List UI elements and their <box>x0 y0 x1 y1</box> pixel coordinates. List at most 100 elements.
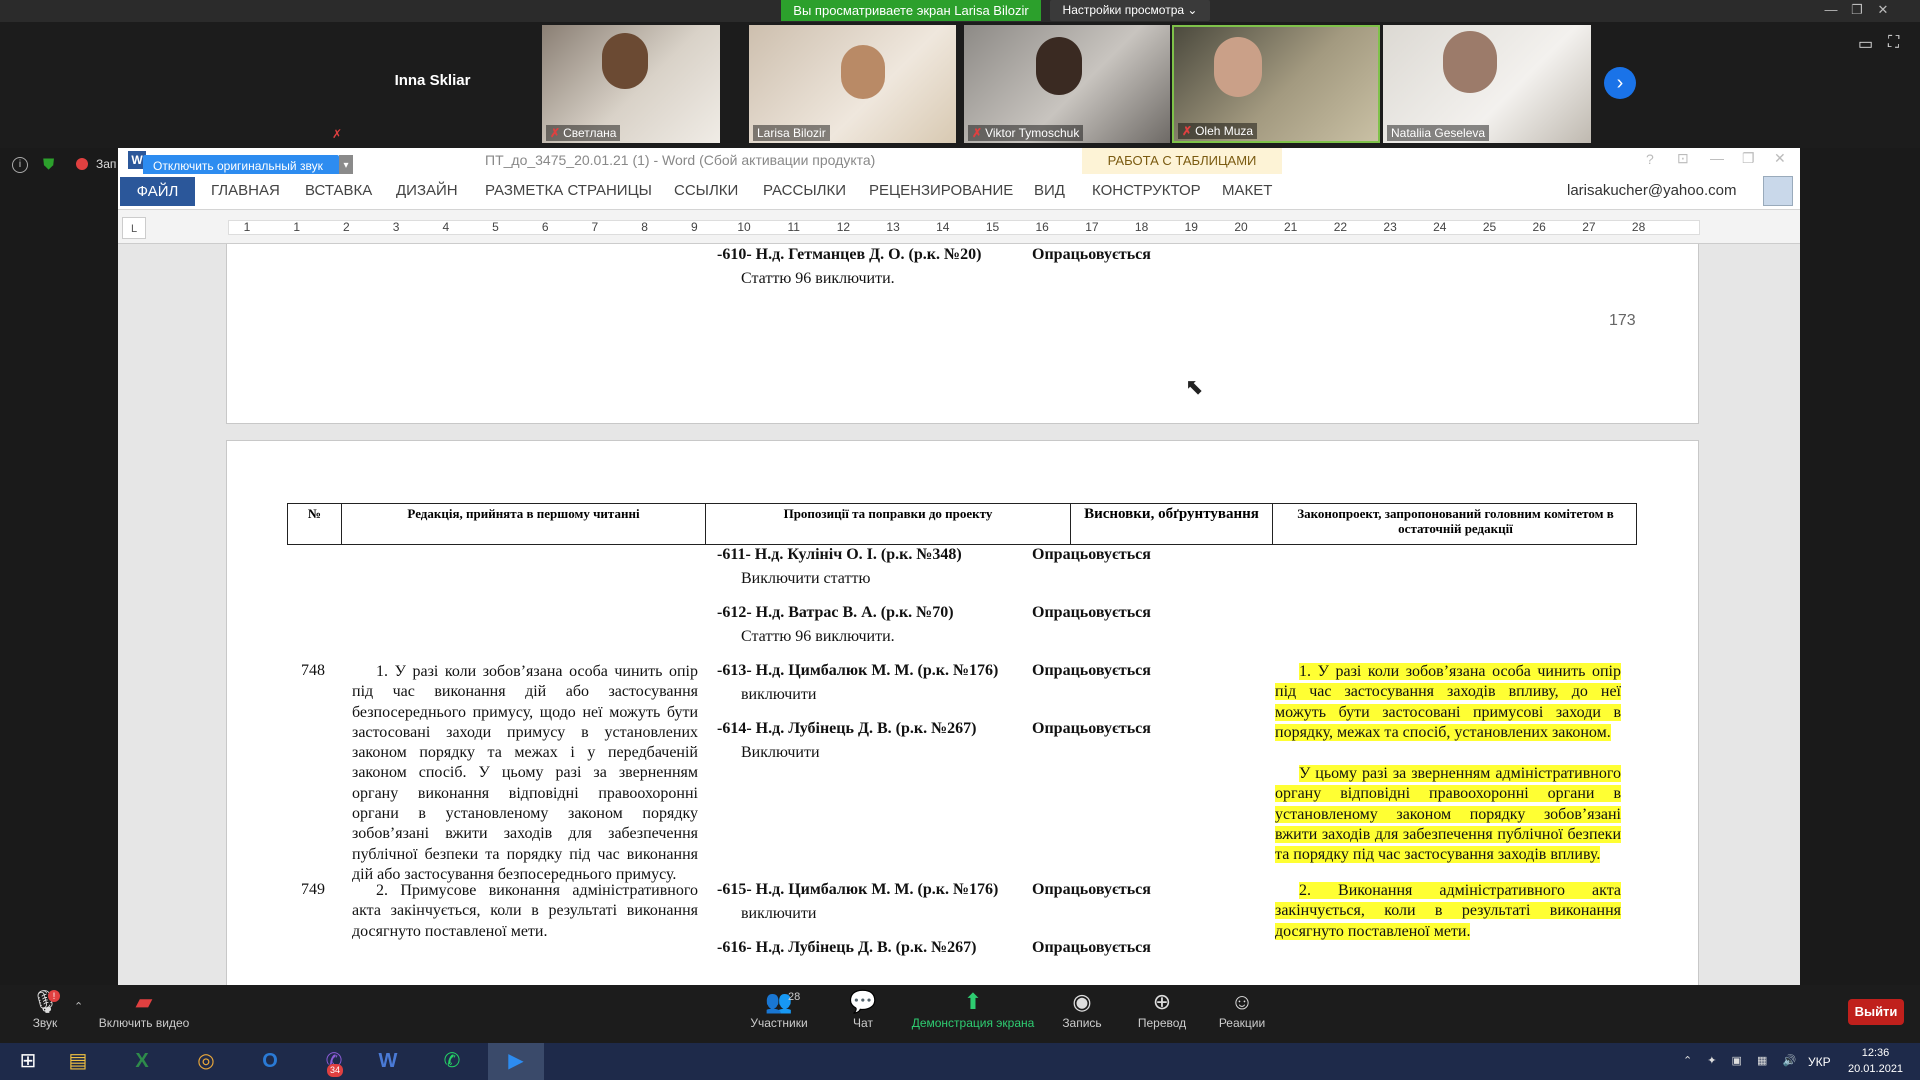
page-number: 173 <box>1609 312 1636 329</box>
file-explorer-icon[interactable]: ▤ <box>50 1043 106 1080</box>
restore-icon[interactable]: ❐ <box>1844 0 1870 20</box>
chat-icon: 💬 <box>849 989 877 1014</box>
proposal-611: -611- Н.д. Кулініч О. І. (р.к. №348) <box>717 546 962 563</box>
share-screen-button[interactable]: ⬆ Демонстрация экрана <box>898 988 1048 1030</box>
proposal-612-text: Статтю 96 виключити. <box>741 628 895 645</box>
tab-home[interactable]: ГЛАВНАЯ <box>211 182 280 199</box>
system-tray-icons[interactable]: ⌃ ✦ ▣ ▦ 🔊 <box>1683 1054 1802 1067</box>
word-minimize-icon[interactable]: — <box>1710 150 1724 166</box>
language-indicator[interactable]: УКР <box>1808 1055 1831 1069</box>
tab-file[interactable]: ФАЙЛ <box>120 177 195 206</box>
first-reading-748: 1. У разі коли зобов’язана особа чинить … <box>352 663 698 883</box>
ruler-number: 23 <box>1383 220 1397 234</box>
status-616: Опрацьовується <box>1032 939 1151 956</box>
ruler-number: 18 <box>1134 220 1149 234</box>
word-close-icon[interactable]: ✕ <box>1774 150 1786 167</box>
share-label: Демонстрация экрана <box>911 1016 1035 1030</box>
minimize-icon[interactable]: — <box>1818 0 1844 20</box>
participant-tile[interactable]: ✗ Светлана <box>542 25 720 143</box>
participant-tile[interactable]: Nataliia Geseleva <box>1383 25 1591 143</box>
tab-view[interactable]: ВИД <box>1034 182 1065 199</box>
ruler-number: 7 <box>591 220 599 234</box>
chat-button[interactable]: 💬 Чат <box>818 988 908 1030</box>
muted-mic-icon: ✗ <box>550 126 561 140</box>
windows-start-icon[interactable]: ⊞ <box>0 1043 56 1080</box>
ruler-number: 25 <box>1482 220 1497 234</box>
document-canvas[interactable]: -610- Н.д. Гетманцев Д. О. (р.к. №20) Оп… <box>118 244 1800 985</box>
info-icon[interactable]: i <box>12 157 28 173</box>
ribbon-display-icon[interactable]: ⊡ <box>1677 150 1689 167</box>
recording-icon <box>76 158 88 170</box>
ruler-number: 17 <box>1085 220 1099 234</box>
avatar[interactable] <box>1763 176 1793 206</box>
ruler-number: 22 <box>1333 220 1348 234</box>
highlighted-text: У цьому разі за зверненням адміністратив… <box>1275 765 1621 864</box>
tab-table-design[interactable]: КОНСТРУКТОР <box>1092 182 1201 199</box>
word-taskbar-icon[interactable]: W <box>360 1043 416 1080</box>
excel-icon[interactable]: X <box>114 1043 170 1080</box>
status-611: Опрацьовується <box>1032 546 1151 563</box>
mouse-cursor-icon: ⬉ <box>1185 374 1204 399</box>
proposal-613-text: виключити <box>741 686 817 703</box>
translate-label: Перевод <box>1137 1016 1187 1030</box>
help-icon[interactable]: ? <box>1646 151 1654 167</box>
document-page: № Редакція, прийнята в першому читанні П… <box>226 440 1699 985</box>
participant-tile[interactable]: ✗ Viktor Tymoschuk <box>964 25 1170 143</box>
tab-table-layout[interactable]: МАКЕТ <box>1222 182 1272 199</box>
ruler-number: 20 <box>1234 220 1248 234</box>
fullscreen-icon[interactable]: ⛶ <box>1888 34 1899 52</box>
tab-references[interactable]: ССЫЛКИ <box>674 182 738 199</box>
final-749: 2. Виконання адміністративного акта закі… <box>1275 881 1621 942</box>
video-label: Включить видео <box>98 1016 190 1030</box>
leave-button[interactable]: Выйти <box>1848 999 1904 1025</box>
proposal-616: -616- Н.д. Лубінець Д. В. (р.к. №267) <box>717 939 977 956</box>
audio-options-chevron-icon[interactable]: ⌃ <box>74 1000 83 1013</box>
participant-tile[interactable]: Inna Skliar ✗ <box>330 25 535 143</box>
muted-mic-icon: ✗ <box>332 127 343 141</box>
person-video <box>1443 31 1497 93</box>
record-button[interactable]: ◉ Запись <box>1037 988 1127 1030</box>
tab-design[interactable]: ДИЗАЙН <box>396 182 458 199</box>
outlook-icon[interactable]: O <box>242 1043 298 1080</box>
proposal-610: -610- Н.д. Гетманцев Д. О. (р.к. №20) <box>717 246 982 263</box>
clock[interactable]: 12:36 20.01.2021 <box>1848 1045 1903 1077</box>
whatsapp-icon[interactable]: ✆ <box>424 1043 480 1080</box>
proposal-614: -614- Н.д. Лубінець Д. В. (р.к. №267) <box>717 720 977 737</box>
document-page: -610- Н.д. Гетманцев Д. О. (р.к. №20) Оп… <box>226 244 1699 424</box>
reactions-button[interactable]: ☺ Реакции <box>1197 988 1287 1030</box>
video-button[interactable]: ▰ Включить видео <box>98 988 190 1030</box>
gallery-view-icon[interactable]: ▭ <box>1858 34 1873 54</box>
view-options-button[interactable]: Настройки просмотра ⌄ <box>1050 0 1210 21</box>
row-number-748: 748 <box>301 662 325 679</box>
audio-label: Звук <box>32 1016 58 1030</box>
participant-tile[interactable]: Larisa Bilozir <box>749 25 956 143</box>
zoom-taskbar-icon[interactable]: ▶ <box>488 1043 544 1080</box>
header-final-edition: Законопроект, запропонований головним ко… <box>1297 506 1614 536</box>
clock-date: 20.01.2021 <box>1848 1063 1904 1075</box>
table-header-row: № Редакція, прийнята в першому читанні П… <box>287 503 1637 545</box>
translate-button[interactable]: ⊕ Перевод <box>1117 988 1207 1030</box>
tab-stop-selector[interactable]: L <box>122 217 146 239</box>
participant-name: Светлана <box>563 126 617 140</box>
tab-mailings[interactable]: РАССЫЛКИ <box>763 182 846 199</box>
share-screen-icon: ⬆ <box>963 989 983 1014</box>
share-banner: Вы просматриваете экран Larisa Bilozir <box>781 0 1041 21</box>
ruler-number: 1 <box>243 220 251 234</box>
tab-review[interactable]: РЕЦЕНЗИРОВАНИЕ <box>869 182 1013 199</box>
video-off-icon: ▰ <box>135 989 153 1014</box>
ruler-number: 19 <box>1184 220 1198 234</box>
next-page-arrow-icon[interactable]: › <box>1604 67 1636 99</box>
security-shield-icon[interactable]: ⛊ <box>43 156 54 173</box>
participants-button[interactable]: 👥 Участники <box>735 988 823 1030</box>
tab-page-layout[interactable]: РАЗМЕТКА СТРАНИЦЫ <box>485 182 652 199</box>
ruler-number: 10 <box>737 220 751 234</box>
ruler-number: 15 <box>985 220 1000 234</box>
participant-tile-active-speaker[interactable]: ✗ Oleh Muza <box>1172 25 1380 143</box>
account-email[interactable]: larisakucher@yahoo.com <box>1567 182 1736 199</box>
word-restore-icon[interactable]: ❐ <box>1742 150 1755 167</box>
row-number-749: 749 <box>301 881 325 898</box>
close-icon[interactable]: ✕ <box>1870 0 1896 20</box>
participant-name: Nataliia Geseleva <box>1391 126 1486 140</box>
chrome-icon[interactable]: ◎ <box>178 1043 234 1080</box>
tab-insert[interactable]: ВСТАВКА <box>305 182 372 199</box>
